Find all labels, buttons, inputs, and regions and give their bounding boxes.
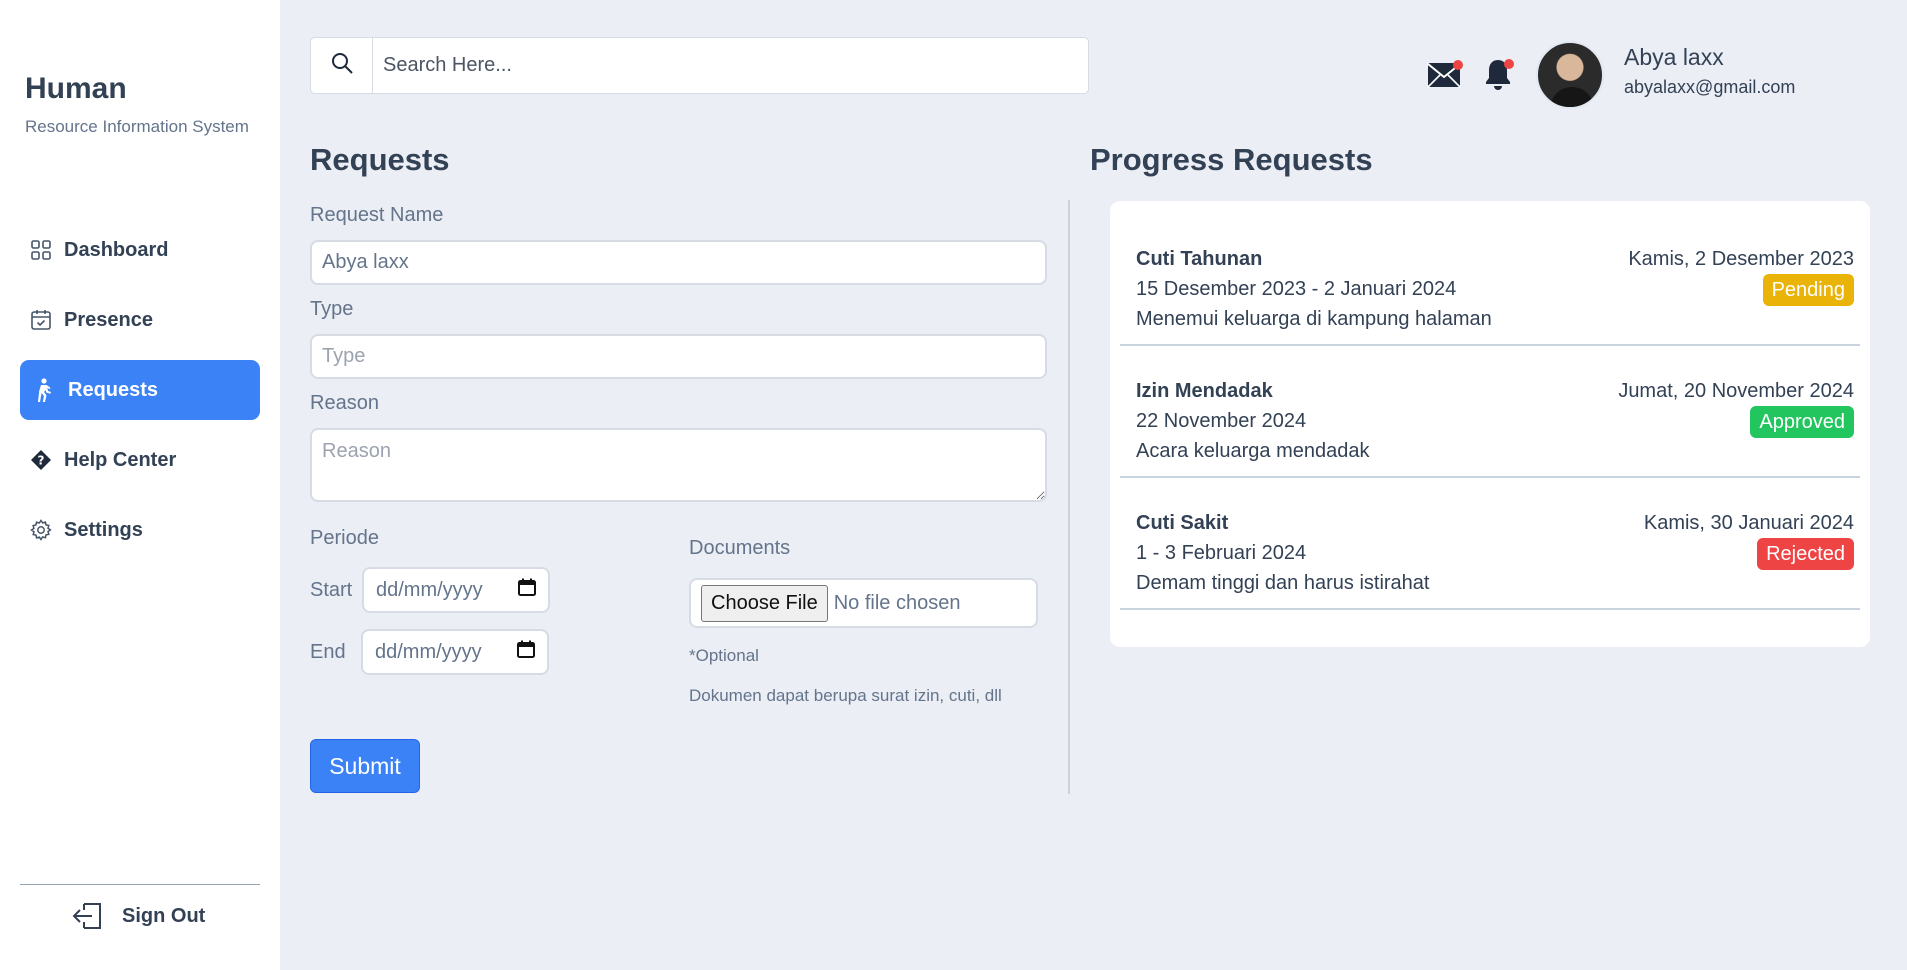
sidebar-item-settings[interactable]: Settings [20,500,260,560]
request-date: Kamis, 30 Januari 2024 [1643,512,1854,534]
gear-icon [30,519,52,541]
request-name-label: Request Name [310,204,444,226]
bell-icon [1483,60,1513,97]
request-list-item[interactable]: Cuti Sakit Kamis, 30 Januari 2024 1 - 3 … [1120,512,1860,610]
request-list-item[interactable]: Cuti Tahunan Kamis, 2 Desember 2023 15 D… [1120,248,1860,346]
user-name: Abya laxx [1624,44,1724,70]
search-icon [330,51,354,80]
sidebar-item-label: Requests [68,378,159,401]
sign-out-label: Sign Out [122,904,206,927]
documents-label: Documents [689,537,791,559]
request-date: Kamis, 2 Desember 2023 [1628,248,1854,270]
request-name-field[interactable] [310,240,1047,285]
sidebar-item-label: Settings [64,518,143,541]
end-date-input[interactable]: dd/mm/yyyy [361,629,549,675]
status-badge: Approved [1750,406,1854,438]
sidebar-item-dashboard[interactable]: Dashboard [20,220,260,280]
sidebar: Human Resource Information System Dashbo… [0,0,280,970]
brand-title: Human [25,72,127,105]
search-input[interactable] [373,38,1088,93]
choose-file-button[interactable]: Choose File [701,584,828,622]
avatar[interactable] [1536,41,1604,109]
person-walking-icon [34,378,56,402]
grid-icon [30,239,52,261]
notification-dot [1504,59,1514,69]
sidebar-item-help-center[interactable]: ? Help Center [20,430,260,490]
user-email: abyalaxx@gmail.com [1624,77,1796,97]
date-placeholder: dd/mm/yyyy [376,578,483,601]
sidebar-nav: Dashboard Presence Requests ? Help Cente… [20,220,260,570]
requests-title: Requests [310,142,450,177]
request-name: Cuti Sakit [1136,512,1229,534]
request-name: Izin Mendadak [1136,380,1273,402]
sign-out-icon [70,898,106,934]
status-badge: Pending [1762,274,1854,306]
request-reason: Acara keluarga mendadak [1136,440,1370,462]
sidebar-item-label: Dashboard [64,238,169,261]
calendar-icon [518,578,536,602]
progress-requests-title: Progress Requests [1090,142,1373,177]
messages-button[interactable] [1427,60,1463,95]
search-bar [310,37,1089,94]
progress-requests-card: Cuti Tahunan Kamis, 2 Desember 2023 15 D… [1110,201,1870,647]
optional-note: *Optional [689,646,759,665]
sidebar-divider [20,884,260,885]
envelope-icon [1427,63,1463,94]
start-date-input[interactable]: dd/mm/yyyy [362,567,550,613]
calendar-check-icon [30,309,52,331]
request-reason: Demam tinggi dan harus istirahat [1136,572,1430,594]
periode-label: Periode [310,527,379,549]
brand-subtitle: Resource Information System [25,117,249,136]
notifications-button[interactable] [1483,57,1514,98]
svg-text:?: ? [38,454,45,468]
start-label: Start [310,579,353,601]
sidebar-item-label: Help Center [64,448,177,471]
documents-hint: Dokumen dapat berupa surat izin, cuti, d… [689,686,1002,705]
date-placeholder: dd/mm/yyyy [375,640,482,663]
sidebar-item-presence[interactable]: Presence [20,290,260,350]
request-date: Jumat, 20 November 2024 [1618,380,1854,402]
request-reason: Menemui keluarga di kampung halaman [1136,308,1492,330]
type-label: Type [310,298,354,320]
request-period: 22 November 2024 [1136,410,1307,432]
search-button[interactable] [311,38,373,93]
file-status-text: No file chosen [833,591,961,614]
sidebar-item-requests[interactable]: Requests [20,360,260,420]
column-divider [1068,200,1070,794]
reason-field[interactable] [310,428,1047,502]
question-diamond-icon: ? [30,449,52,471]
request-list-item[interactable]: Izin Mendadak Jumat, 20 November 2024 22… [1120,380,1860,478]
sign-out-button[interactable]: Sign Out [70,898,205,934]
reason-label: Reason [310,392,379,414]
sidebar-item-label: Presence [64,308,153,331]
document-file-input: Choose File No file chosen [689,578,1038,628]
submit-button[interactable]: Submit [310,739,420,793]
request-period: 15 Desember 2023 - 2 Januari 2024 [1136,278,1457,300]
status-badge: Rejected [1757,538,1854,570]
calendar-icon [517,640,535,664]
end-label: End [310,641,346,663]
type-field[interactable] [310,334,1047,379]
notification-dot [1453,60,1463,70]
request-period: 1 - 3 Februari 2024 [1136,542,1307,564]
request-name: Cuti Tahunan [1136,248,1263,270]
